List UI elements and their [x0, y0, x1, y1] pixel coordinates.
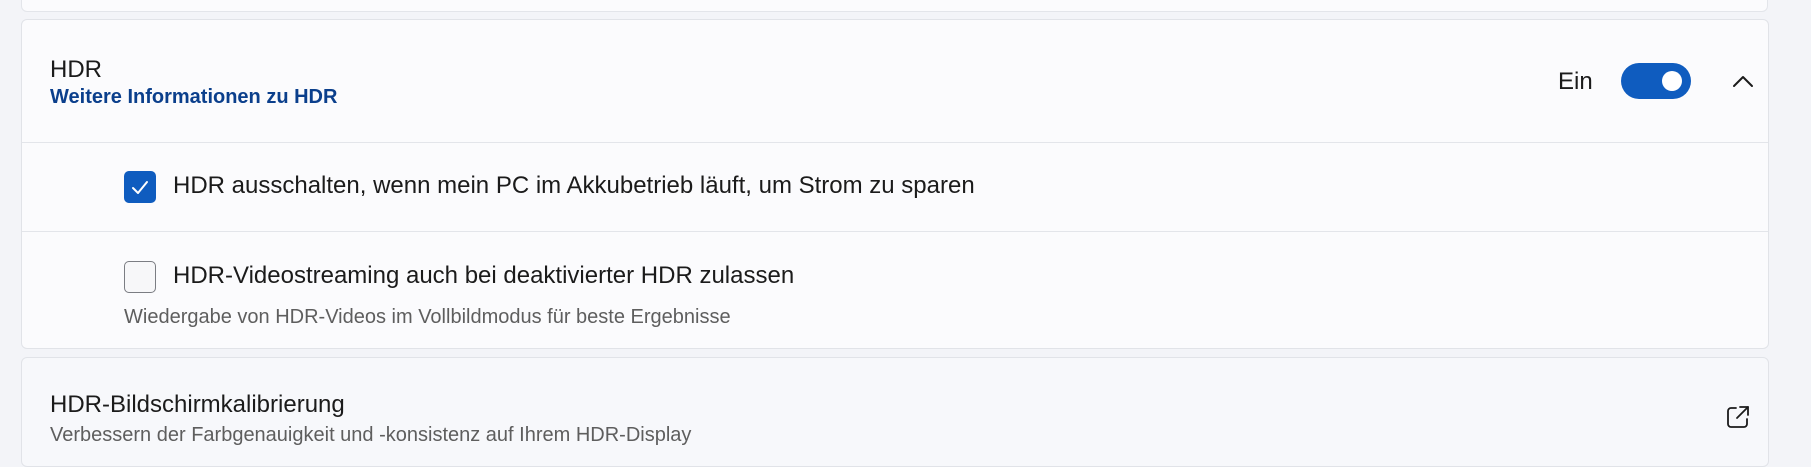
- hdr-calibration-card[interactable]: HDR-Bildschirmkalibrierung Verbessern de…: [21, 357, 1769, 467]
- hdr-toggle-switch[interactable]: [1621, 63, 1691, 99]
- hdr-streaming-checkbox[interactable]: [124, 261, 156, 293]
- hdr-streaming-label[interactable]: HDR-Videostreaming auch bei deaktivierte…: [173, 262, 794, 290]
- checkmark-icon: [132, 181, 148, 194]
- battery-hdr-label[interactable]: HDR ausschalten, wenn mein PC im Akkubet…: [173, 172, 975, 200]
- hdr-calibration-title: HDR-Bildschirmkalibrierung: [50, 391, 345, 418]
- hdr-learn-more-link[interactable]: Weitere Informationen zu HDR: [50, 86, 337, 109]
- hdr-calibration-description: Verbessern der Farbgenauigkeit und -kons…: [50, 424, 692, 446]
- chevron-up-icon[interactable]: [1728, 66, 1758, 96]
- battery-hdr-checkbox[interactable]: [124, 171, 156, 203]
- option-row-streaming: HDR-Videostreaming auch bei deaktivierte…: [22, 232, 1768, 348]
- hdr-card-header[interactable]: HDR Weitere Informationen zu HDR Ein: [22, 20, 1768, 143]
- hdr-streaming-description: Wiedergabe von HDR-Videos im Vollbildmod…: [124, 306, 731, 328]
- option-row-battery: HDR ausschalten, wenn mein PC im Akkubet…: [22, 142, 1768, 232]
- previous-settings-card: [21, 0, 1768, 12]
- toggle-knob: [1662, 71, 1682, 91]
- hdr-settings-card: HDR Weitere Informationen zu HDR Ein HDR…: [21, 19, 1769, 349]
- external-link-icon[interactable]: [1724, 403, 1752, 431]
- hdr-title: HDR: [50, 56, 102, 83]
- hdr-toggle-state-label: Ein: [1558, 68, 1593, 95]
